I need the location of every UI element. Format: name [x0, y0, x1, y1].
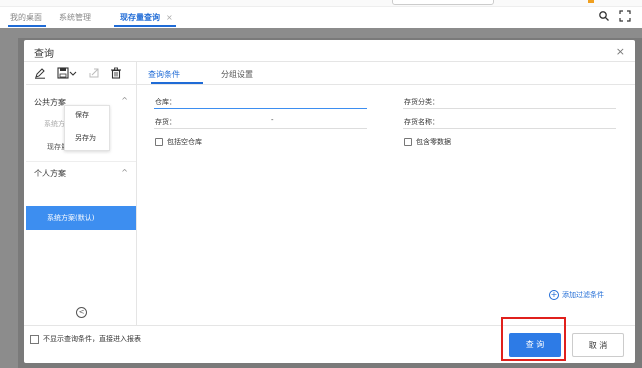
personal-scheme-item-label: 系统方案(默认) — [47, 214, 95, 222]
add-filter-label: 添加过滤条件 — [562, 291, 604, 299]
public-scheme-title: 公共方案 — [34, 98, 66, 107]
delete-icon[interactable] — [110, 67, 122, 79]
save-icon[interactable] — [57, 67, 69, 79]
save-menu-popup: 保存 另存为 — [64, 105, 110, 151]
skip-conditions-label: 不显示查询条件，直接进入报表 — [43, 335, 141, 343]
edit-icon[interactable] — [34, 67, 46, 79]
dialog-close-icon[interactable]: × — [616, 45, 625, 58]
scheme-toolbar — [26, 62, 136, 85]
tab-system-management[interactable]: 系统管理 — [59, 12, 91, 23]
add-filter-button[interactable]: + 添加过滤条件 — [549, 290, 604, 300]
top-search-box[interactable] — [392, 0, 494, 5]
inventory-range-separator: - — [271, 116, 274, 124]
save-menu-item-save[interactable]: 保存 — [75, 110, 89, 120]
notification-dot — [588, 0, 594, 3]
top-strip — [0, 0, 642, 7]
include-empty-warehouse-checkbox[interactable] — [155, 138, 163, 146]
top-bar: 我的桌面 系统管理 现存量查询 × — [0, 0, 642, 28]
tab-close-icon[interactable]: × — [166, 13, 173, 22]
inventory-name-input[interactable] — [403, 128, 616, 129]
scheme-panel: 保存 另存为 公共方案 ^ 系统方案 现存量查询 个人方案 ^ 系统方案(默认)… — [26, 62, 137, 325]
inventory-label: 存货： — [155, 118, 176, 126]
include-empty-warehouse-label: 包括空仓库 — [167, 138, 202, 146]
inventory-input[interactable] — [154, 128, 367, 129]
chevron-up-icon[interactable]: ^ — [121, 168, 128, 177]
skip-conditions-checkbox[interactable] — [30, 335, 39, 344]
plus-circle-icon: + — [549, 290, 559, 300]
warehouse-label: 仓库： — [155, 98, 176, 106]
cancel-button[interactable]: 取 消 — [572, 333, 624, 357]
personal-scheme-section[interactable]: 个人方案 ^ — [26, 161, 136, 182]
personal-scheme-title: 个人方案 — [34, 169, 66, 178]
tab-stock-query-label: 现存量查询 — [120, 13, 160, 22]
export-icon[interactable] — [88, 67, 100, 79]
tab-my-desktop[interactable]: 我的桌面 — [10, 12, 42, 23]
query-dialog: 查询 × 保存 另存为 公共方案 ^ 系统方案 个人方案 ^ 系统方案(默认) … — [24, 40, 635, 363]
inventory-name-label: 存货名称： — [404, 118, 439, 126]
personal-scheme-item-default[interactable]: 系统方案(默认) — [26, 206, 136, 230]
tab-group-settings[interactable]: 分组设置 — [221, 69, 253, 80]
footer-divider — [24, 325, 635, 326]
inventory-category-label: 存货分类： — [404, 98, 439, 106]
chevron-up-icon[interactable]: ^ — [121, 96, 128, 105]
include-zero-data-label: 包含零数据 — [416, 138, 451, 146]
search-icon[interactable] — [598, 10, 610, 22]
query-button[interactable]: 查 询 — [509, 333, 561, 357]
tab-query-conditions[interactable]: 查询条件 — [148, 69, 180, 80]
active-tab-underline — [151, 82, 203, 84]
collapse-panel-icon[interactable]: < — [76, 307, 87, 318]
dialog-title: 查询 — [34, 49, 54, 60]
tab-underline — [8, 25, 46, 27]
warehouse-input[interactable] — [154, 108, 367, 109]
fullscreen-icon[interactable] — [619, 10, 631, 22]
query-tabs: 查询条件 分组设置 — [137, 62, 635, 85]
include-zero-data-checkbox[interactable] — [404, 138, 412, 146]
save-menu-item-save-as[interactable]: 另存为 — [75, 133, 96, 143]
tab-stock-query[interactable]: 现存量查询 × — [120, 12, 173, 23]
chevron-down-icon[interactable] — [69, 67, 77, 79]
inventory-category-input[interactable] — [403, 108, 616, 109]
tab-underline-active — [114, 25, 176, 27]
